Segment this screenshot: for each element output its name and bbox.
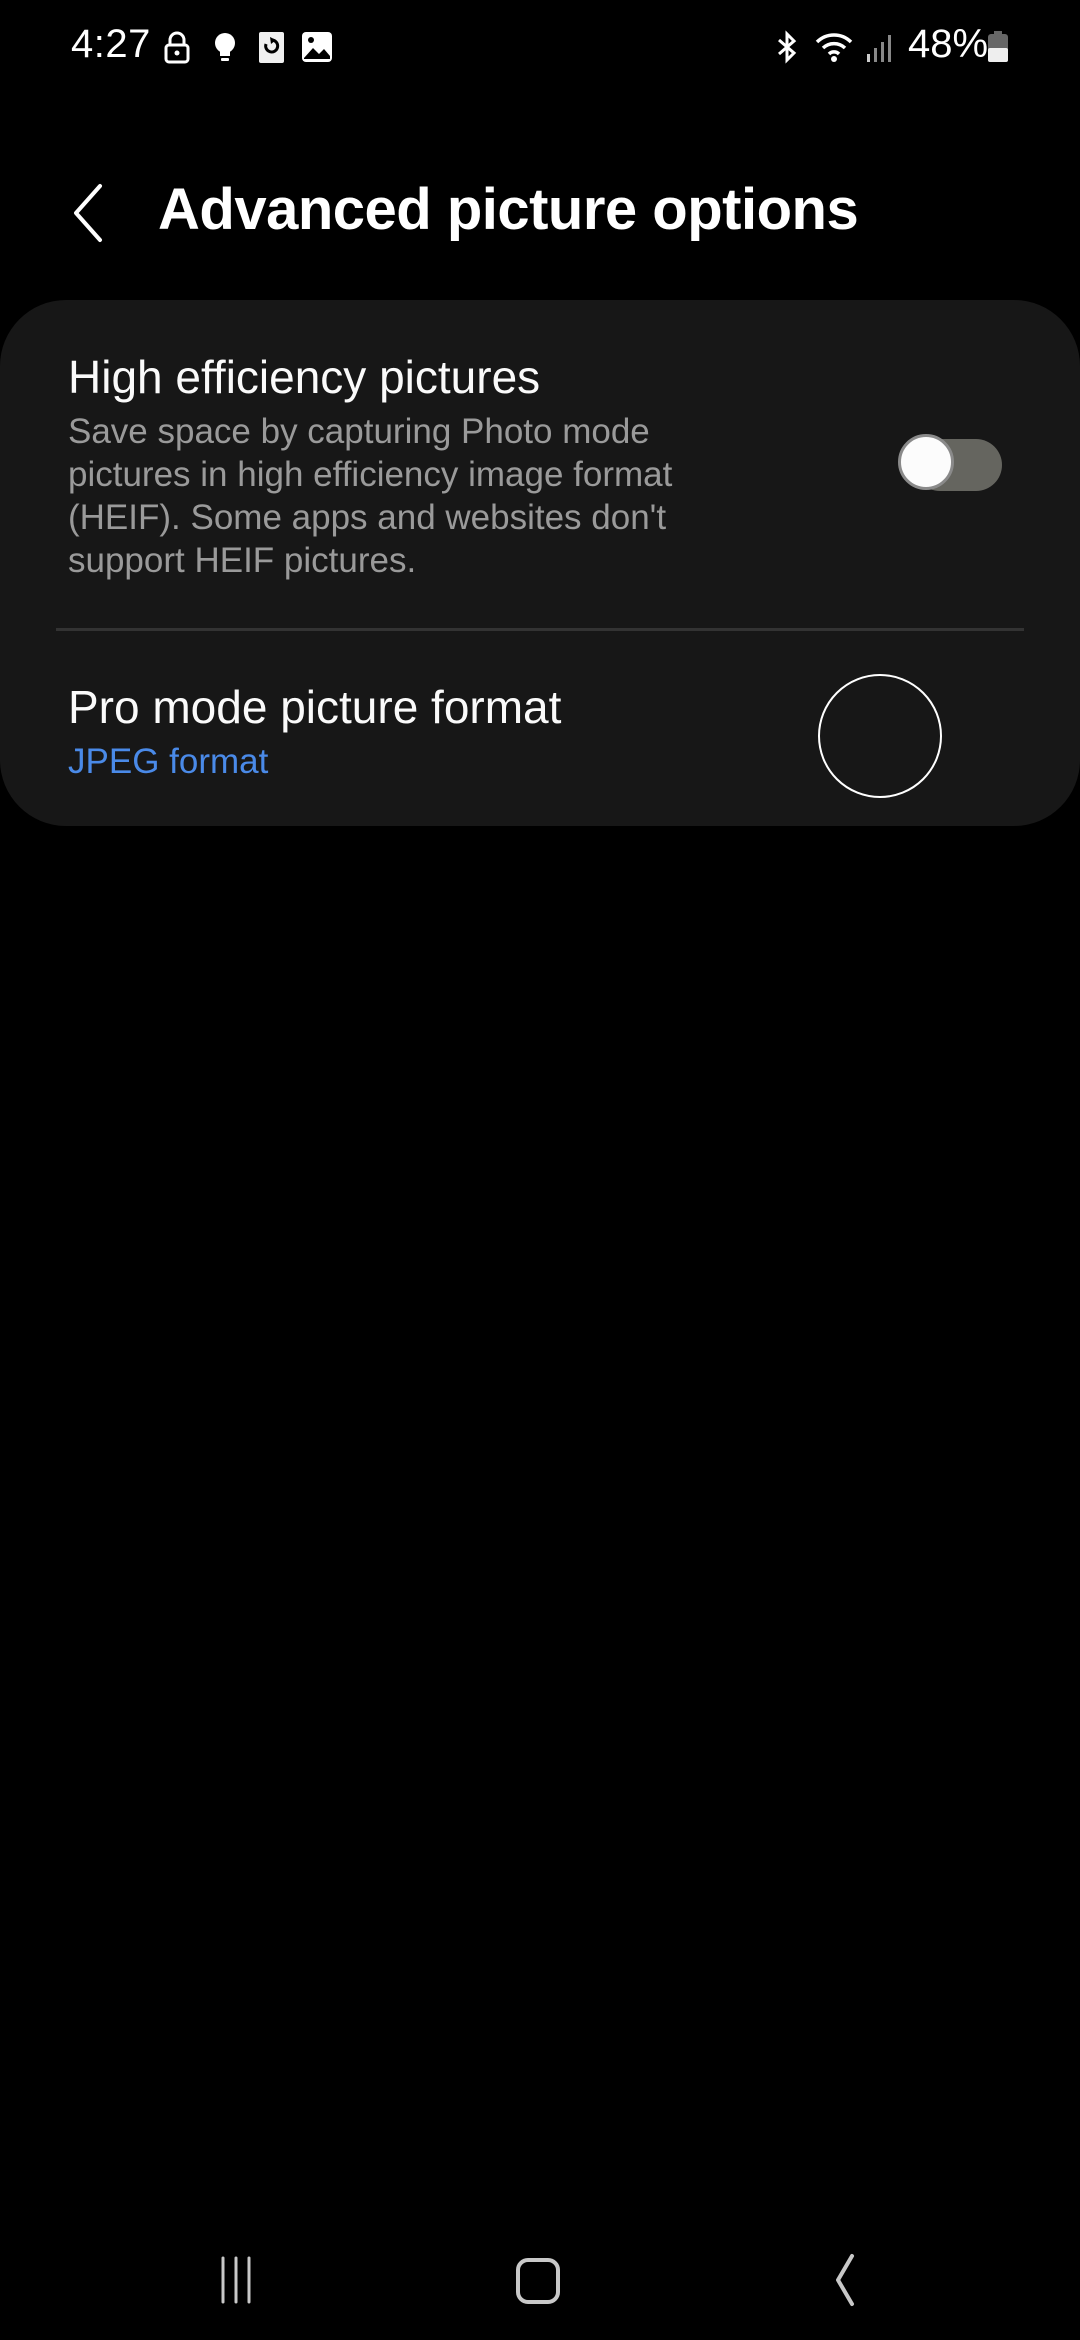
home-button[interactable] — [498, 2240, 578, 2320]
battery-icon — [986, 30, 1010, 64]
bluetooth-icon — [770, 30, 804, 64]
back-button[interactable] — [60, 178, 120, 248]
battery-percent: 48% — [908, 22, 989, 66]
recents-button[interactable] — [196, 2240, 276, 2320]
navigation-bar — [0, 2220, 1080, 2340]
setting-description: Save space by capturing Photo mode pictu… — [68, 412, 673, 580]
toggle-thumb — [898, 434, 954, 490]
touch-indicator — [818, 674, 942, 798]
lock-icon — [160, 30, 194, 64]
lightbulb-icon — [208, 30, 242, 64]
page-title: Advanced picture options — [158, 177, 859, 242]
signal-icon — [864, 30, 898, 64]
nav-back-button[interactable] — [802, 2240, 882, 2320]
gallery-icon — [300, 30, 334, 64]
recents-icon — [221, 2256, 251, 2304]
app-bar: Advanced picture options — [0, 150, 1080, 270]
back-icon — [836, 2254, 854, 2306]
wifi-icon — [814, 30, 854, 64]
sync-app-icon — [254, 30, 288, 64]
setting-high-efficiency-pictures[interactable]: High efficiency pictures Save space by c… — [0, 300, 1080, 628]
home-icon — [516, 2258, 560, 2304]
setting-title: High efficiency pictures — [68, 351, 541, 403]
status-bar: 4:27 48% — [0, 0, 1080, 96]
status-time: 4:27 — [71, 22, 151, 66]
high-efficiency-toggle[interactable] — [898, 434, 1002, 492]
setting-value: JPEG format — [68, 742, 269, 781]
chevron-left-icon — [74, 184, 102, 242]
setting-title: Pro mode picture format — [68, 681, 562, 733]
